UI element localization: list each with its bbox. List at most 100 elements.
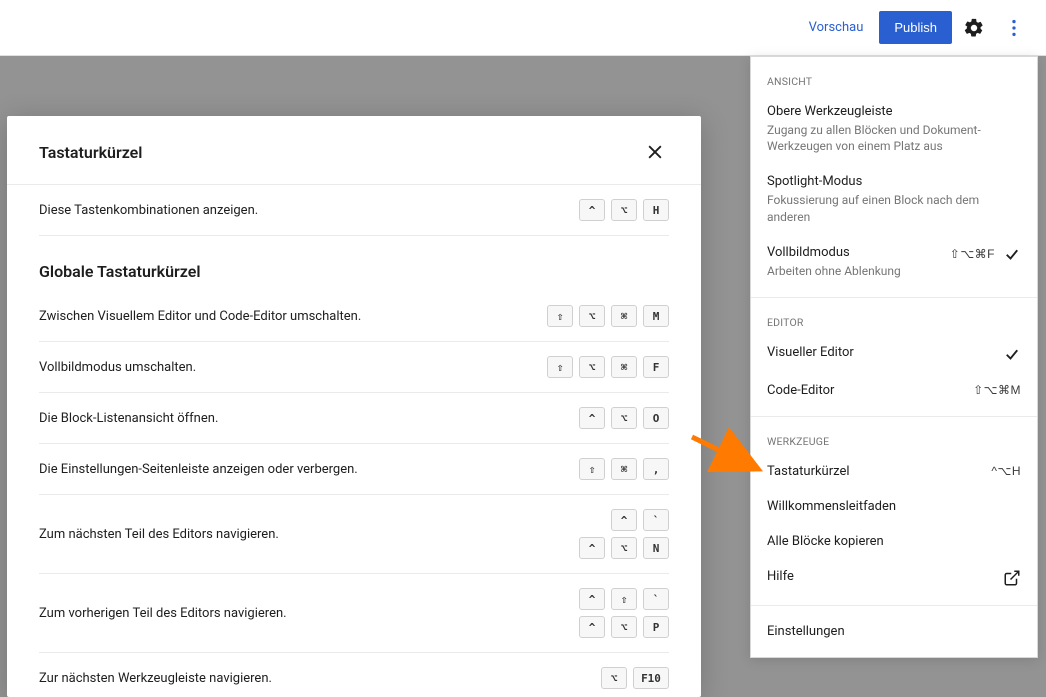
group-heading-ansicht: ANSICHT — [751, 65, 1037, 94]
menu-item-title: Obere Werkzeugleiste — [767, 104, 1021, 119]
menu-item-sub: Arbeiten ohne Ablenkung — [767, 263, 938, 279]
key-cap: ^ — [579, 537, 605, 559]
modal-title: Tastaturkürzel — [39, 143, 142, 162]
menu-item-shortcut: ⇧⌥⌘F — [950, 247, 995, 261]
key-cap: ⇧ — [611, 588, 637, 610]
preview-link[interactable]: Vorschau — [797, 12, 876, 43]
key-cap: ⌥ — [611, 616, 637, 638]
external-link-icon — [1003, 569, 1021, 587]
shortcut-keys: ⌥ F10 — [601, 667, 669, 689]
shortcut-row: Zum nächsten Teil des Editors navigieren… — [39, 495, 669, 574]
key-cap: N — [643, 537, 669, 559]
shortcut-keys: ^`^⌥N — [579, 509, 669, 559]
key-cap: ^ — [579, 199, 605, 221]
menu-item-willkommensleitfaden[interactable]: Willkommensleitfaden — [751, 489, 1037, 524]
menu-item-title: Visueller Editor — [767, 345, 991, 360]
key-cap: ⇧ — [579, 458, 605, 480]
shortcut-row: Vollbildmodus umschalten. ⇧ ⌥ ⌘ F — [39, 342, 669, 393]
top-bar: Vorschau Publish — [0, 0, 1046, 56]
menu-item-code-editor[interactable]: Code-Editor ⇧⌥⌘M — [751, 373, 1037, 408]
keyboard-shortcuts-modal: Tastaturkürzel Diese Tastenkombinationen… — [7, 116, 701, 697]
more-vertical-icon — [1003, 17, 1025, 39]
key-cap: H — [643, 199, 669, 221]
menu-item-obere-werkzeugleiste[interactable]: Obere Werkzeugleiste Zugang zu allen Blö… — [751, 94, 1037, 164]
key-cap: ⌥ — [579, 305, 605, 327]
shortcut-row: Zwischen Visuellem Editor und Code-Edito… — [39, 291, 669, 342]
modal-close-button[interactable] — [641, 138, 669, 166]
menu-item-title: Alle Blöcke kopieren — [767, 534, 1021, 549]
menu-item-title: Spotlight-Modus — [767, 174, 1021, 189]
shortcut-label: Zum nächsten Teil des Editors navigieren… — [39, 527, 279, 542]
group-heading-werkzeuge: WERKZEUGE — [751, 425, 1037, 454]
menu-group-ansicht: ANSICHT Obere Werkzeugleiste Zugang zu a… — [751, 57, 1037, 298]
menu-item-title: Hilfe — [767, 569, 991, 584]
key-cap: M — [643, 305, 669, 327]
key-cap: ⌥ — [611, 537, 637, 559]
menu-item-shortcut: ^⌥H — [991, 464, 1021, 478]
shortcut-label: Zwischen Visuellem Editor und Code-Edito… — [39, 309, 361, 324]
key-cap: O — [643, 407, 669, 429]
modal-body: Diese Tastenkombinationen anzeigen. ^⌥H … — [7, 185, 701, 697]
modal-header: Tastaturkürzel — [7, 116, 701, 185]
menu-group-editor: EDITOR Visueller Editor Code-Editor ⇧⌥⌘M — [751, 298, 1037, 417]
key-cap: ⌥ — [611, 407, 637, 429]
shortcut-keys: ^ ⌥ H — [579, 199, 669, 221]
menu-item-sub: Fokussierung auf einen Block nach dem an… — [767, 192, 1021, 224]
settings-button[interactable] — [956, 10, 992, 46]
shortcut-label: Zur nächsten Werkzeugleiste navigieren. — [39, 671, 272, 686]
check-icon — [1003, 345, 1021, 363]
shortcut-keys: ⇧ ⌘, — [579, 458, 669, 480]
key-cap: ⇧ — [547, 305, 573, 327]
key-cap: F — [643, 356, 669, 378]
key-cap: ^ — [611, 509, 637, 531]
group-heading-editor: EDITOR — [751, 306, 1037, 335]
key-cap: ⌥ — [601, 667, 627, 689]
shortcut-row: Zum vorherigen Teil des Editors navigier… — [39, 574, 669, 653]
key-cap: ⌘ — [611, 458, 637, 480]
shortcut-row: Diese Tastenkombinationen anzeigen. ^ ⌥ H — [39, 185, 669, 236]
shortcut-row: Zur nächsten Werkzeugleiste navigieren. ⌥… — [39, 653, 669, 697]
gear-icon — [963, 17, 985, 39]
shortcut-keys: ⇧ ⌥ ⌘ M — [547, 305, 669, 327]
key-cap: ⌘ — [611, 305, 637, 327]
key-cap: ^ — [579, 616, 605, 638]
shortcut-keys: ⇧ ⌥ ⌘ F — [547, 356, 669, 378]
publish-button[interactable]: Publish — [879, 11, 952, 44]
menu-item-vollbildmodus[interactable]: Vollbildmodus Arbeiten ohne Ablenkung ⇧⌥… — [751, 235, 1037, 289]
key-cap: ⌘ — [611, 356, 637, 378]
menu-item-alle-bloecke-kopieren[interactable]: Alle Blöcke kopieren — [751, 524, 1037, 559]
shortcut-label: Zum vorherigen Teil des Editors navigier… — [39, 606, 287, 621]
menu-item-sub: Zugang zu allen Blöcken und Dokument-Wer… — [767, 122, 1021, 154]
close-icon — [645, 142, 665, 162]
menu-item-title: Willkommensleitfaden — [767, 499, 1021, 514]
menu-item-visueller-editor[interactable]: Visueller Editor — [751, 335, 1037, 373]
menu-item-tastaturkuerzel[interactable]: Tastaturkürzel ^⌥H — [751, 454, 1037, 489]
menu-item-title: Code-Editor — [767, 383, 961, 398]
shortcut-label: Die Einstellungen-Seitenleiste anzeigen … — [39, 462, 358, 477]
menu-item-title: Vollbildmodus — [767, 245, 938, 260]
shortcut-row: Die Block-Listenansicht öffnen.^⌥O — [39, 393, 669, 444]
menu-item-spotlight-modus[interactable]: Spotlight-Modus Fokussierung auf einen B… — [751, 164, 1037, 234]
shortcut-row: Die Einstellungen-Seitenleiste anzeigen … — [39, 444, 669, 495]
key-cap: ⌥ — [579, 356, 605, 378]
menu-item-shortcut: ⇧⌥⌘M — [973, 383, 1021, 397]
section-heading: Globale Tastaturkürzel — [39, 236, 669, 291]
check-icon — [1003, 245, 1021, 263]
key-cap: ⌥ — [611, 199, 637, 221]
key-cap: ⇧ — [547, 356, 573, 378]
shortcut-label: Vollbildmodus umschalten. — [39, 360, 196, 375]
shortcut-label: Die Block-Listenansicht öffnen. — [39, 411, 218, 426]
key-cap: P — [643, 616, 669, 638]
key-cap: , — [643, 458, 669, 480]
menu-group-werkzeuge: WERKZEUGE Tastaturkürzel ^⌥H Willkommens… — [751, 417, 1037, 606]
shortcut-label: Diese Tastenkombinationen anzeigen. — [39, 203, 258, 218]
menu-item-einstellungen[interactable]: Einstellungen — [751, 614, 1037, 649]
menu-item-hilfe[interactable]: Hilfe — [751, 559, 1037, 597]
menu-item-title: Einstellungen — [767, 624, 1021, 639]
key-cap: ^ — [579, 588, 605, 610]
key-cap: ` — [643, 588, 669, 610]
menu-item-title: Tastaturkürzel — [767, 464, 979, 479]
more-options-button[interactable] — [996, 10, 1032, 46]
key-cap: F10 — [633, 667, 669, 689]
options-menu: ANSICHT Obere Werkzeugleiste Zugang zu a… — [750, 56, 1038, 658]
